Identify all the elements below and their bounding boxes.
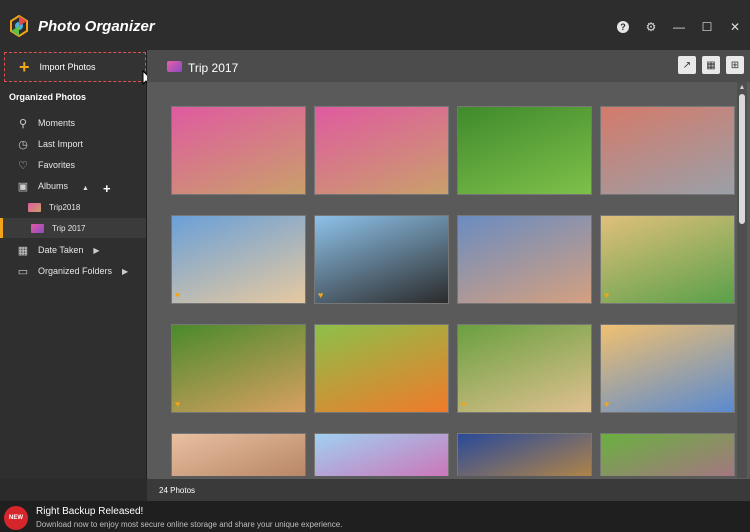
maximize-icon[interactable]: ☐ <box>700 20 714 34</box>
promo-text: Download now to enjoy most secure online… <box>36 520 343 529</box>
expand-arrow-icon: ▶ <box>122 266 129 276</box>
sidebar-item-favorites[interactable]: ♡ Favorites <box>0 155 146 175</box>
photo-thumbnail[interactable]: ♥ <box>600 324 735 413</box>
album-title: Trip 2017 <box>188 61 239 75</box>
sidebar: + Import Photos Organized Photos ⚲ Momen… <box>0 50 154 479</box>
album-thumb-icon <box>28 202 41 212</box>
album-header: Trip 2017 ↗ ▦ ⊞ <box>147 50 750 82</box>
sidebar-item-moments[interactable]: ⚲ Moments <box>0 113 146 133</box>
album-icon <box>167 61 182 72</box>
status-bar: 24 Photos <box>147 479 750 501</box>
photo-thumbnail[interactable] <box>457 215 592 304</box>
photo-thumbnail[interactable] <box>600 433 735 476</box>
photo-count: 24 Photos <box>159 485 196 495</box>
photo-thumbnail[interactable]: ♥ <box>171 215 306 304</box>
calendar-icon: ▦ <box>17 244 29 257</box>
sidebar-item-albums[interactable]: ▣ Albums <box>0 176 146 196</box>
heart-icon: ♡ <box>18 159 28 172</box>
main-panel: Trip 2017 ↗ ▦ ⊞ ♥ ♥ ♥ ♥ ♥ ♥ <box>147 50 750 479</box>
import-photos-label: Import Photos <box>39 62 96 72</box>
photo-thumbnail[interactable]: ♥ <box>314 215 449 304</box>
sidebar-item-label: Albums <box>38 181 69 191</box>
photo-thumbnail[interactable] <box>171 433 306 476</box>
folder-icon: ▭ <box>17 265 29 278</box>
sidebar-item-label: Favorites <box>38 160 76 170</box>
app-logo-icon <box>10 15 28 37</box>
photo-thumbnail[interactable] <box>314 106 449 195</box>
promo-banner[interactable]: NEW Right Backup Released! Download now … <box>0 501 750 532</box>
sidebar-item-label: Organized Folders <box>38 266 113 276</box>
add-album-icon[interactable]: + <box>103 181 111 196</box>
favorite-heart-icon[interactable]: ♥ <box>604 399 609 409</box>
moments-icon: ⚲ <box>18 117 28 130</box>
photo-thumbnail[interactable] <box>600 106 735 195</box>
photo-thumbnail[interactable] <box>314 433 449 476</box>
scroll-up-icon[interactable]: ▲ <box>737 82 747 92</box>
sidebar-item-date-taken[interactable]: ▦ Date Taken ▶ <box>0 240 146 260</box>
sidebar-item-label: Moments <box>38 118 76 128</box>
favorite-heart-icon[interactable]: ♥ <box>318 290 323 300</box>
photo-thumbnail[interactable] <box>314 324 449 413</box>
favorite-heart-icon[interactable]: ♥ <box>175 290 180 300</box>
section-title-organized-photos: Organized Photos <box>9 92 87 102</box>
help-icon[interactable]: ? <box>616 20 630 34</box>
favorite-heart-icon[interactable]: ♥ <box>461 399 466 409</box>
clock-icon: ◷ <box>18 138 28 151</box>
grid-view-icon[interactable]: ⊞ <box>726 56 744 74</box>
photo-thumbnail[interactable]: ♥ <box>457 324 592 413</box>
photo-thumbnail[interactable]: ♥ <box>600 215 735 304</box>
photo-thumbnail[interactable] <box>457 106 592 195</box>
sidebar-item-label: Date Taken <box>38 245 84 255</box>
settings-icon[interactable]: ⚙ <box>644 20 658 34</box>
photo-thumbnail[interactable]: ♥ <box>171 324 306 413</box>
collapse-arrow-icon[interactable]: ▲ <box>82 185 89 192</box>
sidebar-item-label: Last Import <box>38 139 84 149</box>
sidebar-item-organized-folders[interactable]: ▭ Organized Folders ▶ <box>0 261 146 281</box>
sidebar-item-trip-2017[interactable]: Trip 2017 <box>0 218 146 238</box>
expand-arrow-icon: ▶ <box>93 245 100 255</box>
new-badge: NEW <box>4 506 28 530</box>
scroll-thumb[interactable] <box>739 94 745 224</box>
favorite-heart-icon[interactable]: ♥ <box>175 399 180 409</box>
sidebar-item-label: Trip2018 <box>49 202 81 212</box>
album-thumb-icon <box>31 223 44 233</box>
sidebar-item-label: Trip 2017 <box>52 223 86 233</box>
albums-icon: ▣ <box>17 180 29 193</box>
sidebar-item-trip2018[interactable]: Trip2018 <box>0 197 146 217</box>
favorite-heart-icon[interactable]: ♥ <box>604 290 609 300</box>
sidebar-item-last-import[interactable]: ◷ Last Import <box>0 134 146 154</box>
minimize-icon[interactable]: — <box>672 20 686 34</box>
close-icon[interactable]: ✕ <box>728 20 742 34</box>
title-bar: Photo Organizer ? ⚙ — ☐ ✕ <box>0 0 750 50</box>
open-external-icon[interactable]: ↗ <box>678 56 696 74</box>
app-title: Photo Organizer <box>38 18 155 35</box>
import-photos-button[interactable]: + Import Photos <box>4 52 146 82</box>
plus-icon: + <box>19 56 30 77</box>
promo-title: Right Backup Released! <box>36 506 144 517</box>
photo-thumbnail[interactable] <box>457 433 592 476</box>
scrollbar[interactable]: ▲ <box>737 82 747 478</box>
photo-thumbnail[interactable] <box>171 106 306 195</box>
photo-grid: ♥ ♥ ♥ ♥ ♥ ♥ <box>171 106 741 476</box>
calendar-view-icon[interactable]: ▦ <box>702 56 720 74</box>
